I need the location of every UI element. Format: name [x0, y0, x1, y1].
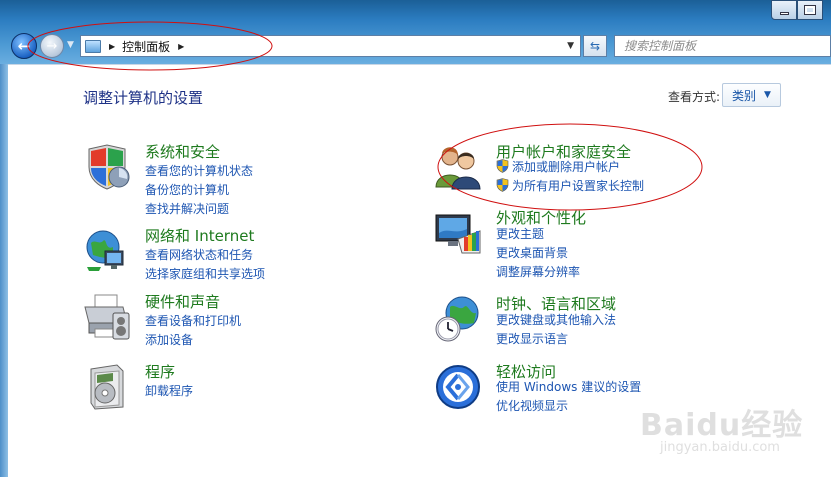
- link-troubleshoot[interactable]: 查找并解决问题: [145, 200, 229, 217]
- forward-button[interactable]: →: [40, 34, 64, 58]
- appearance-monitor-icon[interactable]: [434, 209, 482, 257]
- category-programs: 程序 卸载程序: [83, 355, 413, 421]
- link-recommended-settings[interactable]: 使用 Windows 建议的设置: [496, 378, 641, 395]
- back-button[interactable]: ←: [11, 33, 37, 59]
- window-controls: [771, 0, 823, 20]
- link-homegroup-sharing[interactable]: 选择家庭组和共享选项: [145, 265, 265, 282]
- network-globe-icon[interactable]: [83, 227, 131, 275]
- clock-globe-icon[interactable]: [434, 295, 482, 343]
- category-appearance: 外观和个性化 更改主题 更改桌面背景 调整屏幕分辨率: [434, 201, 764, 279]
- link-change-theme[interactable]: 更改主题: [496, 225, 544, 242]
- printer-icon[interactable]: [83, 293, 131, 341]
- view-by-label: 查看方式:: [668, 90, 721, 104]
- programs-box-icon[interactable]: [83, 363, 131, 411]
- link-parental-controls[interactable]: 为所有用户设置家长控制: [496, 177, 644, 194]
- recent-pages-dropdown-icon[interactable]: ▼: [67, 40, 74, 50]
- category-network-internet: 网络和 Internet 查看网络状态和任务 选择家庭组和共享选项: [83, 219, 413, 285]
- link-label: 为所有用户设置家长控制: [512, 179, 645, 193]
- breadcrumb-control-panel[interactable]: 控制面板: [122, 38, 170, 55]
- link-uninstall-program[interactable]: 卸载程序: [145, 382, 193, 399]
- link-devices-printers[interactable]: 查看设备和打印机: [145, 312, 241, 329]
- maximize-button[interactable]: [797, 0, 823, 20]
- link-optimize-display[interactable]: 优化视频显示: [496, 397, 568, 414]
- address-dropdown-icon[interactable]: ▼: [567, 41, 574, 51]
- control-panel-icon: [85, 39, 101, 53]
- uac-shield-icon: [496, 159, 509, 173]
- chevron-down-icon: ▼: [764, 90, 771, 100]
- category-title[interactable]: 系统和安全: [145, 141, 220, 162]
- breadcrumb-separator-icon[interactable]: ▶: [178, 42, 184, 51]
- category-system-security: 系统和安全 查看您的计算机状态 备份您的计算机 查找并解决问题: [83, 135, 413, 216]
- link-adjust-resolution[interactable]: 调整屏幕分辨率: [496, 263, 580, 280]
- link-view-computer-status[interactable]: 查看您的计算机状态: [145, 162, 253, 179]
- view-by-value: 类别: [732, 88, 757, 103]
- view-by-select[interactable]: 类别 ▼: [722, 83, 781, 107]
- link-change-input-methods[interactable]: 更改键盘或其他输入法: [496, 311, 616, 328]
- minimize-icon: [779, 11, 789, 15]
- window-left-frame: [0, 64, 8, 477]
- search-input[interactable]: [624, 39, 830, 53]
- breadcrumb-separator-icon[interactable]: ▶: [109, 42, 115, 51]
- category-title[interactable]: 程序: [145, 361, 175, 382]
- category-user-accounts: 用户帐户和家庭安全 添加或删除用户帐户 为所有用户设置家长控制: [434, 135, 764, 201]
- link-backup-computer[interactable]: 备份您的计算机: [145, 181, 229, 198]
- category-title[interactable]: 网络和 Internet: [145, 225, 254, 246]
- refresh-button[interactable]: ⇆: [583, 35, 607, 57]
- uac-shield-icon: [496, 178, 509, 192]
- category-title[interactable]: 硬件和声音: [145, 291, 220, 312]
- address-bar[interactable]: ▶ 控制面板 ▶ ▼: [80, 35, 581, 57]
- link-label: 添加或删除用户帐户: [512, 160, 621, 174]
- ease-of-access-icon[interactable]: [434, 363, 482, 411]
- refresh-icon: ⇆: [589, 39, 601, 53]
- category-clock-language-region: 时钟、语言和区域 更改键盘或其他输入法 更改显示语言: [434, 287, 764, 353]
- forward-arrow-icon: →: [46, 38, 58, 54]
- back-arrow-icon: ←: [17, 37, 31, 55]
- system-security-shield-icon[interactable]: [83, 143, 131, 191]
- link-change-display-language[interactable]: 更改显示语言: [496, 330, 568, 347]
- watermark-logo: Baidu经验: [640, 408, 804, 443]
- category-hardware-sound: 硬件和声音 查看设备和打印机 添加设备: [83, 285, 413, 351]
- link-add-remove-accounts[interactable]: 添加或删除用户帐户: [496, 158, 620, 175]
- link-view-network-status[interactable]: 查看网络状态和任务: [145, 246, 253, 263]
- maximize-icon: [804, 5, 816, 15]
- users-icon[interactable]: [434, 143, 482, 191]
- watermark: Baidu经验 jingyan.baidu.com: [640, 400, 830, 470]
- page-title: 调整计算机的设置: [83, 89, 204, 107]
- link-add-device[interactable]: 添加设备: [145, 331, 193, 348]
- minimize-button[interactable]: [771, 0, 797, 20]
- search-box[interactable]: [614, 35, 831, 57]
- link-change-desktop-background[interactable]: 更改桌面背景: [496, 244, 568, 261]
- watermark-url: jingyan.baidu.com: [660, 440, 780, 455]
